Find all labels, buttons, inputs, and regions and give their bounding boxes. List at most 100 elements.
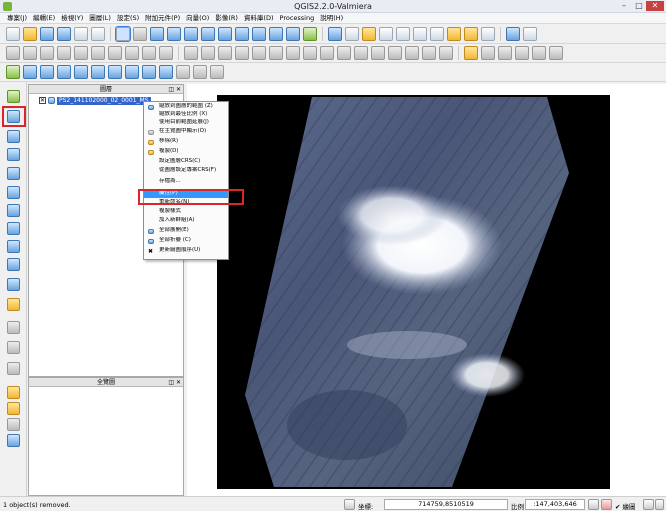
add-delimited-text-icon[interactable] — [159, 65, 173, 79]
add-wcs-layer-icon[interactable] — [125, 65, 139, 79]
cut-features-icon[interactable] — [125, 46, 139, 60]
new-shapefile-layer-icon[interactable] — [7, 321, 20, 334]
add-oracle-icon[interactable] — [7, 186, 20, 199]
menu-zoom-best-scale[interactable]: 縮放到最佳比例 (X) — [144, 111, 228, 119]
whats-this-icon[interactable] — [523, 26, 537, 41]
map-canvas[interactable] — [187, 84, 666, 496]
menu-show-in-overview[interactable]: 在主覽圖中顯示(O) — [144, 128, 228, 136]
toggle-editing-icon[interactable] — [23, 46, 37, 60]
node-tool-icon[interactable] — [91, 46, 105, 60]
maximize-button[interactable]: □ — [632, 1, 646, 11]
add-mssql-layer-icon[interactable] — [74, 65, 88, 79]
add-wms-tile-icon[interactable] — [7, 278, 20, 291]
panel-dock-buttons[interactable]: ◫ ✕ — [168, 379, 181, 386]
redo-icon[interactable] — [201, 46, 215, 60]
menu-expand-all[interactable]: 全部展開(E) — [144, 227, 228, 235]
menu-help[interactable]: 說明(H) — [317, 13, 346, 23]
menu-edit[interactable]: 編輯(E) — [30, 13, 58, 23]
fill-ring-icon[interactable] — [286, 46, 300, 60]
rotate-point-icon[interactable] — [439, 46, 453, 60]
add-part-icon[interactable] — [269, 46, 283, 60]
layer-item[interactable]: ✕ PS2_141102000_02_0001_MS — [39, 96, 151, 105]
field-calculator-icon[interactable] — [396, 26, 410, 41]
save-edits-icon[interactable] — [40, 46, 54, 60]
open-project-icon[interactable] — [23, 26, 37, 41]
map-tips-icon[interactable] — [430, 26, 444, 41]
merge-attributes-icon[interactable] — [422, 46, 436, 60]
add-ring-icon[interactable] — [252, 46, 266, 60]
zoom-out-icon[interactable] — [184, 26, 198, 41]
add-vector-icon[interactable] — [7, 90, 20, 103]
pan-map-icon[interactable] — [133, 26, 147, 41]
messages-icon[interactable] — [655, 499, 664, 510]
menu-duplicate[interactable]: 複製(D) — [144, 148, 228, 156]
rotate-label-icon[interactable] — [532, 46, 546, 60]
menu-raster[interactable]: 影像(R) — [212, 13, 241, 23]
delete-part-icon[interactable] — [320, 46, 334, 60]
copy-features-icon[interactable] — [142, 46, 156, 60]
python-console-icon[interactable] — [506, 26, 520, 41]
save-as-icon[interactable] — [57, 26, 71, 41]
menu-add-group[interactable]: 加入新群組(A) — [144, 217, 228, 225]
menu-stretch-current-extent[interactable]: 使用目前範圍延展(J) — [144, 119, 228, 127]
coordinate-field[interactable]: 714759,8510519 — [384, 499, 508, 510]
layer-name[interactable]: PS2_141102000_02_0001_MS — [57, 96, 151, 105]
split-parts-icon[interactable] — [388, 46, 402, 60]
zoom-in-icon[interactable] — [167, 26, 181, 41]
menu-save-as[interactable]: 存檔為... — [144, 178, 228, 186]
add-vector-layer-icon[interactable] — [6, 65, 20, 79]
move-label-icon[interactable] — [515, 46, 529, 60]
render-checkbox[interactable]: ✔ 繪圖 — [615, 501, 636, 511]
add-feature-icon[interactable] — [57, 46, 71, 60]
menu-processing[interactable]: Processing — [277, 13, 318, 23]
current-edits-icon[interactable] — [6, 46, 20, 60]
add-wfs-icon[interactable] — [7, 240, 20, 253]
zoom-full-icon[interactable] — [218, 26, 232, 41]
menu-set-project-crs[interactable]: 從圖層設定專案CRS(F) — [144, 167, 228, 175]
measure-line-icon[interactable] — [413, 26, 427, 41]
menu-vector[interactable]: 向量(O) — [183, 13, 212, 23]
zoom-actual-icon[interactable] — [201, 26, 215, 41]
offset-curve-icon[interactable] — [354, 46, 368, 60]
menu-database[interactable]: 資料庫(D) — [241, 13, 277, 23]
menu-set-layer-crs[interactable]: 設定圖層CRS(C) — [144, 158, 228, 166]
add-spatialite-db-icon[interactable] — [7, 258, 20, 271]
attribute-table-icon[interactable] — [379, 26, 393, 41]
layer-visibility-checkbox[interactable]: ✕ — [39, 97, 46, 104]
menu-layer[interactable]: 圖層(L) — [86, 13, 114, 23]
add-oracle-layer-icon[interactable] — [91, 65, 105, 79]
menu-copy-style[interactable]: 複製樣式 — [144, 208, 228, 216]
crs-status-icon[interactable] — [643, 499, 654, 510]
menu-collapse-all[interactable]: 全部折疊 (C) — [144, 237, 228, 245]
zoom-selection-icon[interactable] — [235, 26, 249, 41]
zoom-last-icon[interactable] — [269, 26, 283, 41]
add-spatialite-icon[interactable] — [7, 148, 20, 161]
menu-remove[interactable]: 移除(R) — [144, 138, 228, 146]
deselect-icon[interactable] — [362, 26, 376, 41]
render-toggle-icon[interactable] — [601, 499, 612, 510]
stop-render-icon[interactable] — [588, 499, 599, 510]
zoom-next-icon[interactable] — [286, 26, 300, 41]
add-mssql-icon[interactable] — [7, 167, 20, 180]
save-project-icon[interactable] — [40, 26, 54, 41]
menu-update-drawing-order[interactable]: ✖ 更新繪圖順序(U) — [144, 247, 228, 255]
new-spatialite-icon[interactable] — [210, 65, 224, 79]
menu-view[interactable]: 檢視(Y) — [58, 13, 86, 23]
identify-icon[interactable] — [328, 26, 342, 41]
minimize-button[interactable]: – — [617, 1, 631, 11]
new-shapefile-icon[interactable] — [193, 65, 207, 79]
new-project-icon[interactable] — [6, 26, 20, 41]
add-wcs-icon[interactable] — [7, 222, 20, 235]
panel-dock-buttons[interactable]: ◫ ✕ — [168, 86, 181, 93]
refresh-icon[interactable] — [303, 26, 317, 41]
show-hide-labels-icon[interactable] — [498, 46, 512, 60]
add-postgis-layer-icon[interactable] — [40, 65, 54, 79]
composer-manager-icon[interactable] — [91, 26, 105, 41]
scale-field[interactable]: :147,403,646 — [525, 499, 585, 510]
toggle-coordinate-icon[interactable] — [344, 499, 355, 510]
reshape-features-icon[interactable] — [337, 46, 351, 60]
print-composer-icon[interactable] — [74, 26, 88, 41]
delete-ring-icon[interactable] — [303, 46, 317, 60]
add-virtual-layer-icon[interactable] — [176, 65, 190, 79]
new-bookmark-icon[interactable] — [447, 26, 461, 41]
